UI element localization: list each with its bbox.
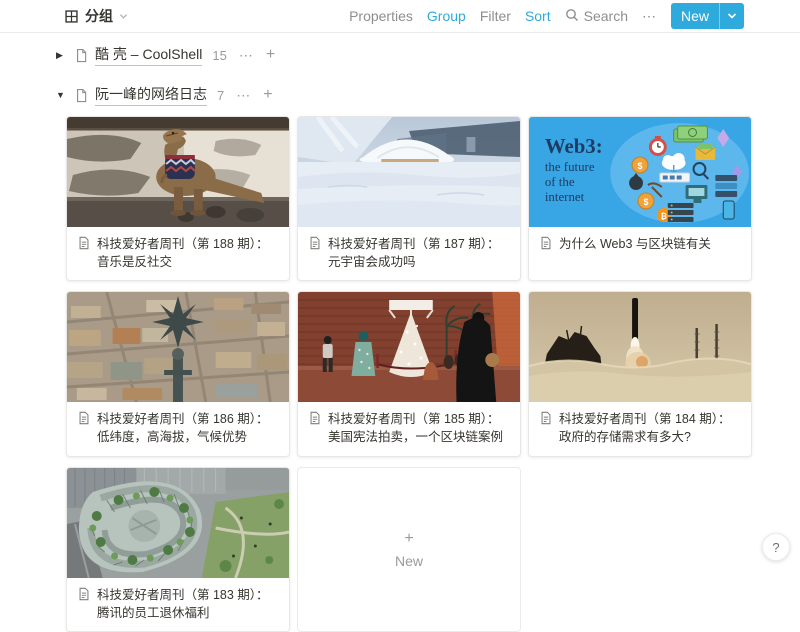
card-title: 科技爱好者周刊（第 188 期）：音乐是反社交 bbox=[97, 235, 279, 271]
gallery-view-icon bbox=[64, 9, 79, 24]
view-tab-label: 分组 bbox=[85, 6, 113, 26]
gallery-card[interactable]: 科技爱好者周刊（第 185 期）：美国宪法拍卖，一个区块链案例 bbox=[297, 291, 521, 456]
group-add-button[interactable]: + bbox=[266, 46, 275, 64]
gallery-card[interactable]: 科技爱好者周刊（第 186 期）：低纬度，高海拔，气候优势 bbox=[66, 291, 290, 456]
more-options-button[interactable]: ⋯ bbox=[642, 8, 657, 25]
properties-button[interactable]: Properties bbox=[349, 8, 413, 24]
card-cover-gown-display bbox=[298, 292, 520, 402]
card-title-row: 科技爱好者周刊（第 186 期）：低纬度，高海拔，气候优势 bbox=[67, 402, 289, 455]
collapse-toggle-icon[interactable]: ▼ bbox=[56, 90, 74, 100]
card-title-row: 科技爱好者周刊（第 187 期）：元宇宙会成功吗 bbox=[298, 227, 520, 280]
document-icon bbox=[539, 411, 553, 430]
group-more-button[interactable]: ⋯ bbox=[236, 87, 251, 104]
new-page-card-button[interactable]: + New bbox=[297, 467, 521, 632]
group-button[interactable]: Group bbox=[427, 8, 466, 24]
card-title-row: 为什么 Web3 与区块链有关 bbox=[529, 227, 751, 280]
document-icon bbox=[539, 236, 553, 255]
card-title-row: 科技爱好者周刊（第 183 期）：腾讯的员工退休福利 bbox=[67, 578, 289, 631]
group-title[interactable]: 酷 壳 – CoolShell bbox=[95, 44, 202, 66]
card-title: 为什么 Web3 与区块链有关 bbox=[559, 235, 711, 253]
card-title: 科技爱好者周刊（第 183 期）：腾讯的员工退休福利 bbox=[97, 586, 279, 622]
chevron-down-icon bbox=[727, 9, 737, 23]
card-cover-spiral-building bbox=[67, 468, 289, 578]
document-icon bbox=[77, 236, 91, 255]
gallery-card[interactable]: 科技爱好者周刊（第 183 期）：腾讯的员工退休福利 bbox=[66, 467, 290, 632]
new-dropdown-button[interactable] bbox=[720, 3, 744, 29]
card-title: 科技爱好者周刊（第 187 期）：元宇宙会成功吗 bbox=[328, 235, 510, 271]
gallery-card[interactable]: Web3: the future of the internet $ bbox=[528, 116, 752, 281]
svg-text:internet: internet bbox=[545, 189, 585, 204]
help-button[interactable]: ? bbox=[762, 533, 790, 561]
card-cover-dinosaur-museum bbox=[67, 117, 289, 227]
card-title: 科技爱好者周刊（第 184 期）：政府的存储需求有多大? bbox=[559, 410, 741, 446]
document-icon bbox=[77, 587, 91, 606]
new-card-label: New bbox=[395, 553, 423, 569]
card-title: 科技爱好者周刊（第 185 期）：美国宪法拍卖，一个区块链案例 bbox=[328, 410, 510, 446]
search-button[interactable]: Search bbox=[565, 8, 628, 25]
svg-text:$: $ bbox=[643, 197, 648, 207]
card-cover-rocket-launch bbox=[529, 292, 751, 402]
plus-icon: + bbox=[404, 530, 413, 548]
group-title[interactable]: 阮一峰的网络日志 bbox=[95, 84, 207, 106]
card-title-row: 科技爱好者周刊（第 188 期）：音乐是反社交 bbox=[67, 227, 289, 280]
svg-text:of the: of the bbox=[545, 174, 575, 189]
card-title-row: 科技爱好者周刊（第 185 期）：美国宪法拍卖，一个区块链案例 bbox=[298, 402, 520, 455]
search-icon bbox=[565, 8, 579, 25]
new-button[interactable]: New bbox=[671, 3, 719, 29]
document-icon bbox=[308, 411, 322, 430]
filter-button[interactable]: Filter bbox=[480, 8, 511, 24]
group-more-button[interactable]: ⋯ bbox=[239, 47, 254, 64]
search-label: Search bbox=[584, 8, 628, 24]
toolbar: 分组 Properties Group Filter Sort Search ⋯… bbox=[0, 0, 800, 32]
svg-text:$: $ bbox=[638, 161, 643, 171]
svg-text:₿: ₿ bbox=[661, 212, 668, 221]
chevron-down-icon bbox=[119, 12, 128, 21]
toolbar-actions: Properties Group Filter Sort Search ⋯ Ne… bbox=[349, 3, 744, 29]
question-mark-icon: ? bbox=[772, 540, 779, 555]
gallery-card[interactable]: 科技爱好者周刊（第 188 期）：音乐是反社交 bbox=[66, 116, 290, 281]
card-cover-snow-dome bbox=[298, 117, 520, 227]
card-title-row: 科技爱好者周刊（第 184 期）：政府的存储需求有多大? bbox=[529, 402, 751, 455]
group-row-coolshell: ▶ 酷 壳 – CoolShell 15 ⋯ + bbox=[56, 42, 800, 68]
view-tab-group[interactable]: 分组 bbox=[64, 6, 128, 26]
gallery-card[interactable]: 科技爱好者周刊（第 184 期）：政府的存储需求有多大? bbox=[528, 291, 752, 456]
gallery-grid: 科技爱好者周刊（第 188 期）：音乐是反社交 bbox=[66, 116, 756, 632]
svg-text:Web3:: Web3: bbox=[545, 134, 603, 158]
svg-text:the future: the future bbox=[545, 159, 595, 174]
gallery-card[interactable]: 科技爱好者周刊（第 187 期）：元宇宙会成功吗 bbox=[297, 116, 521, 281]
new-button-group: New bbox=[671, 3, 744, 29]
card-cover-city-star-spire bbox=[67, 292, 289, 402]
document-icon bbox=[308, 236, 322, 255]
group-count: 15 bbox=[212, 48, 226, 63]
page-icon bbox=[74, 48, 89, 63]
expand-toggle-icon[interactable]: ▶ bbox=[56, 50, 74, 61]
group-add-button[interactable]: + bbox=[263, 86, 272, 104]
sort-button[interactable]: Sort bbox=[525, 8, 551, 24]
group-count: 7 bbox=[217, 88, 224, 103]
page-icon bbox=[74, 88, 89, 103]
card-cover-web3-illustration: Web3: the future of the internet $ bbox=[529, 117, 751, 227]
header-divider bbox=[0, 32, 800, 33]
group-row-ruanyifeng: ▼ 阮一峰的网络日志 7 ⋯ + bbox=[56, 82, 800, 108]
card-title: 科技爱好者周刊（第 186 期）：低纬度，高海拔，气候优势 bbox=[97, 410, 279, 446]
document-icon bbox=[77, 411, 91, 430]
